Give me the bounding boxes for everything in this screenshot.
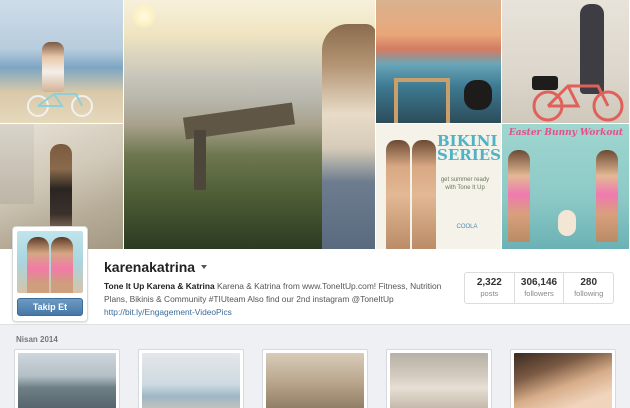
sun-shape — [132, 4, 156, 28]
feed-thumbnail[interactable] — [138, 349, 244, 408]
model-figure — [508, 150, 530, 242]
cover-photo-easter-workout[interactable]: Easter Bunny Workout — [502, 124, 630, 250]
stat-value: 280 — [580, 277, 598, 288]
bikini-series-brand: COOLA — [456, 224, 478, 230]
thumbnail-image — [18, 353, 116, 408]
stat-label: following — [574, 289, 604, 298]
chevron-down-icon[interactable] — [201, 265, 208, 269]
cover-photo-painting[interactable] — [376, 0, 502, 124]
feed-thumbnail[interactable] — [510, 349, 616, 408]
username[interactable]: karenakatrina — [104, 259, 195, 275]
couple-figure — [42, 42, 64, 92]
dog-figure — [464, 80, 492, 110]
avatar-card: Takip Et — [12, 226, 88, 322]
feed-thumbnail[interactable] — [14, 349, 120, 408]
cover-photo-beach-bike[interactable] — [0, 0, 124, 124]
cover-photo-bikini-series[interactable]: BIKINI SERIES get summer ready with Tone… — [376, 124, 502, 250]
thumbnail-image — [142, 353, 240, 408]
cover-photo-bike-dog[interactable] — [502, 0, 630, 124]
stat-following[interactable]: 280 following — [564, 273, 613, 303]
stat-posts[interactable]: 2,322 posts — [465, 273, 515, 303]
bikini-series-title: BIKINI SERIES — [437, 132, 502, 164]
bunny-icon — [558, 210, 576, 236]
profile-header: Takip Et karenakatrina Tone It Up Karena… — [0, 226, 630, 324]
bio-link[interactable]: http://bit.ly/Engagement-VideoPics — [104, 307, 232, 317]
bio-name: Tone It Up — [104, 281, 145, 291]
bicycle-icon — [27, 93, 93, 117]
stat-value: 306,146 — [520, 277, 558, 288]
avatar-figure — [51, 237, 73, 293]
woman-figure — [322, 24, 375, 249]
feed-thumbnail[interactable] — [262, 349, 368, 408]
easter-workout-title: Easter Bunny Workout — [508, 128, 624, 138]
cover-mosaic: BIKINI SERIES get summer ready with Tone… — [0, 0, 630, 250]
profile-bio: Tone It Up Karena & Katrina Karena & Kat… — [104, 280, 454, 319]
thumbnail-image — [266, 353, 364, 408]
easel-shape — [394, 78, 450, 123]
bio-display-name: Karena & Katrina — [146, 281, 215, 291]
avatar[interactable] — [17, 231, 83, 293]
photo-feed: Nisan 2014 — [0, 324, 630, 408]
model-figure — [412, 140, 436, 249]
feed-thumbnail[interactable] — [386, 349, 492, 408]
bicycle-icon — [532, 76, 624, 122]
bikini-series-subtitle: get summer ready with Tone It Up — [440, 177, 490, 191]
feed-thumbnails — [14, 349, 616, 408]
username-row[interactable]: karenakatrina — [104, 258, 208, 276]
fence-post — [194, 130, 206, 190]
follow-button[interactable]: Takip Et — [17, 298, 83, 316]
thumbnail-image — [514, 353, 612, 408]
thumbnail-image — [390, 353, 488, 408]
house-shape — [0, 124, 34, 204]
feed-month-label: Nisan 2014 — [16, 335, 58, 344]
model-figure — [596, 150, 618, 242]
stat-label: followers — [524, 289, 554, 298]
stat-followers[interactable]: 306,146 followers — [515, 273, 565, 303]
profile-stats: 2,322 posts 306,146 followers 280 follow… — [464, 272, 614, 304]
stat-label: posts — [480, 289, 499, 298]
cover-photo-sunset-fence[interactable] — [124, 0, 376, 250]
stat-value: 2,322 — [476, 277, 502, 288]
avatar-figure — [27, 237, 49, 293]
model-figure — [386, 140, 410, 249]
